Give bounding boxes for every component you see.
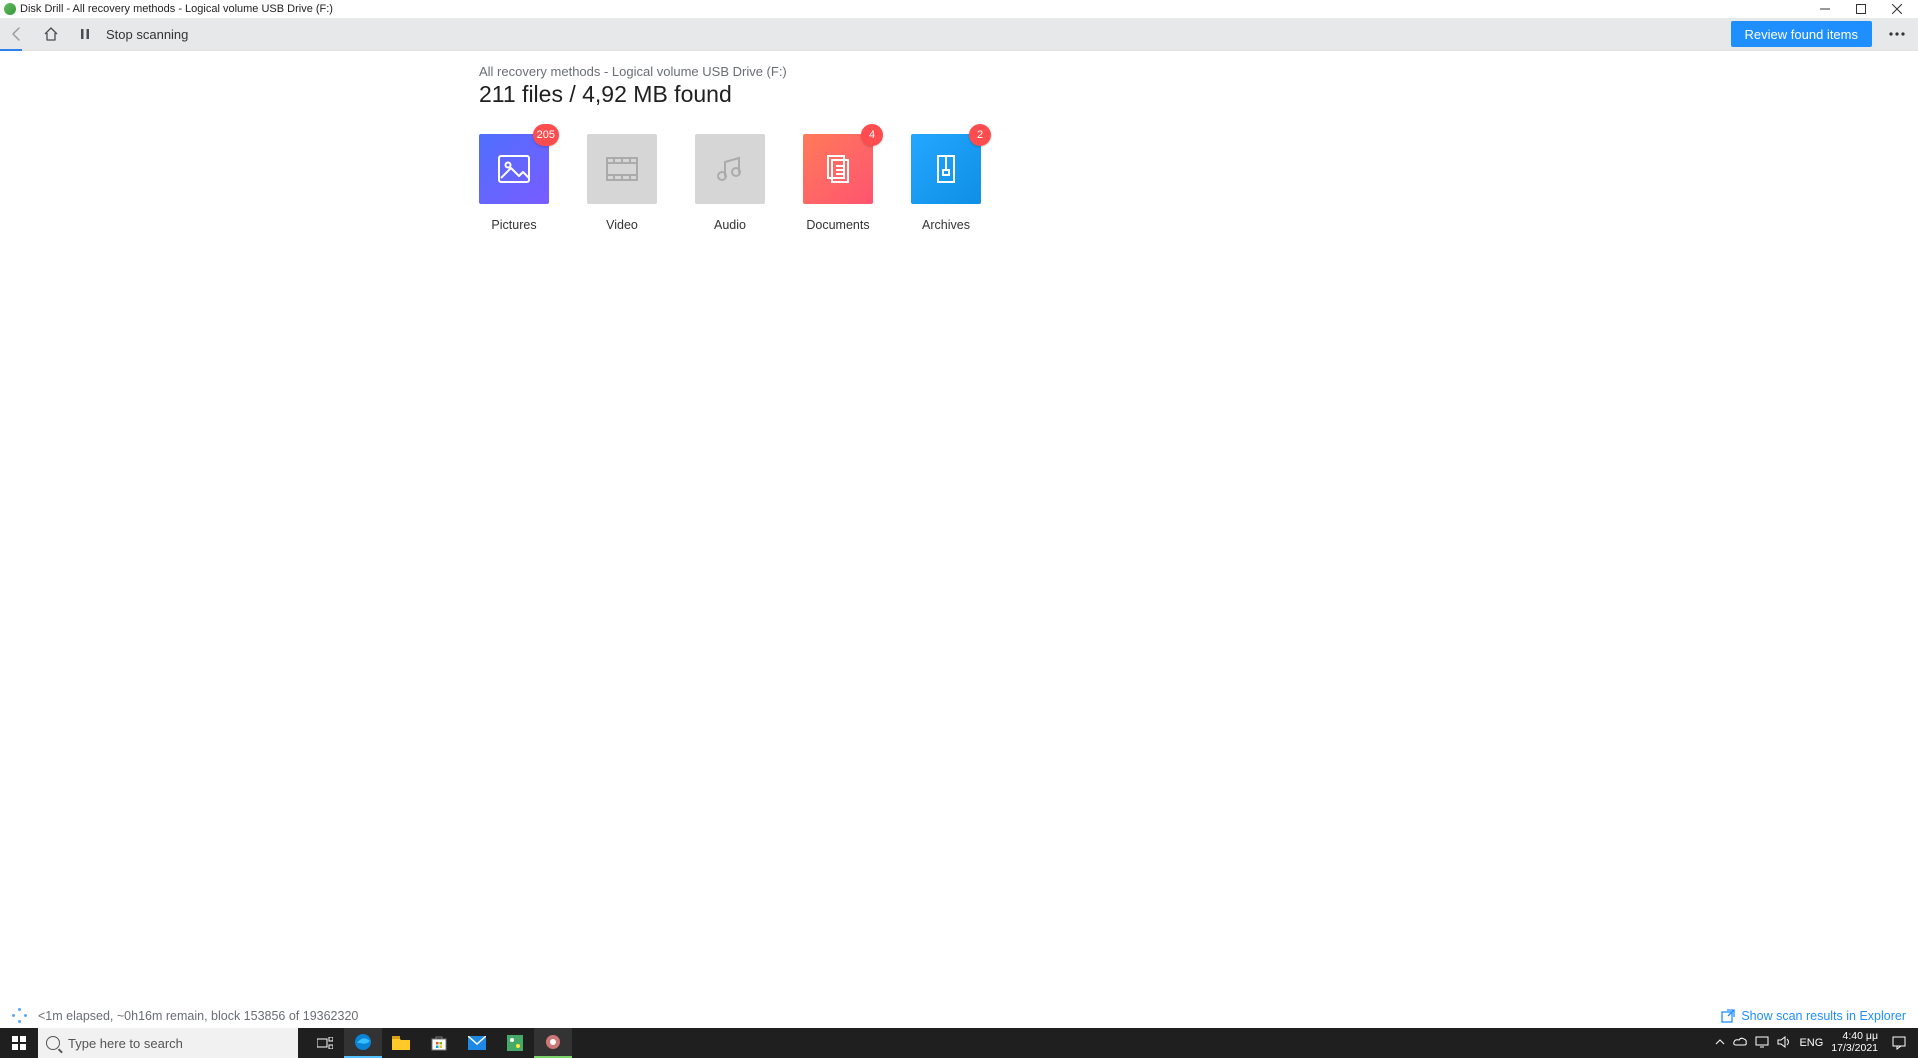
tile-video-label: Video xyxy=(606,218,638,232)
tile-documents-label: Documents xyxy=(806,218,869,232)
window-maximize-button[interactable] xyxy=(1852,2,1870,16)
video-icon xyxy=(605,152,639,186)
show-results-in-explorer-link[interactable]: Show scan results in Explorer xyxy=(1721,1009,1906,1023)
review-found-items-label: Review found items xyxy=(1745,27,1858,42)
stop-scanning-label[interactable]: Stop scanning xyxy=(106,27,188,42)
tray-date: 17/3/2021 xyxy=(1831,1043,1878,1055)
scan-progress-indicator xyxy=(0,49,22,51)
taskbar-app-explorer[interactable] xyxy=(382,1028,420,1058)
search-icon xyxy=(46,1036,60,1050)
taskbar-search[interactable]: Type here to search xyxy=(38,1028,298,1058)
status-text: <1m elapsed, ~0h16m remain, block 153856… xyxy=(38,1009,358,1023)
search-placeholder: Type here to search xyxy=(68,1036,183,1051)
pictures-icon xyxy=(497,152,531,186)
taskbar-app-edge[interactable] xyxy=(344,1028,382,1058)
windows-taskbar: Type here to search ENG 4:40 μ xyxy=(0,1028,1918,1058)
status-bar: <1m elapsed, ~0h16m remain, block 153856… xyxy=(0,1004,1918,1028)
window-close-button[interactable] xyxy=(1888,2,1906,16)
badge-archives: 2 xyxy=(969,124,991,146)
window-titlebar: Disk Drill - All recovery methods - Logi… xyxy=(0,0,1918,18)
home-button[interactable] xyxy=(34,18,68,51)
content-area: All recovery methods - Logical volume US… xyxy=(479,64,1918,232)
tray-network-icon[interactable] xyxy=(1755,1036,1769,1051)
category-tiles: 205 Pictures Video Audio 4 Documents xyxy=(479,134,1918,232)
tile-archives-label: Archives xyxy=(922,218,970,232)
taskbar-app-store[interactable] xyxy=(420,1028,458,1058)
tray-clock[interactable]: 4:40 μμ 17/3/2021 xyxy=(1831,1031,1878,1054)
external-link-icon xyxy=(1721,1009,1735,1023)
taskbar-app-diskdrill[interactable] xyxy=(534,1028,572,1058)
show-results-label: Show scan results in Explorer xyxy=(1741,1009,1906,1023)
more-menu-button[interactable] xyxy=(1882,18,1912,51)
spinner-icon xyxy=(12,1008,28,1024)
tray-volume-icon[interactable] xyxy=(1777,1036,1791,1051)
window-title: Disk Drill - All recovery methods - Logi… xyxy=(20,3,333,15)
tray-language[interactable]: ENG xyxy=(1799,1037,1823,1049)
tile-documents[interactable]: 4 Documents xyxy=(803,134,873,232)
scan-summary: 211 files / 4,92 MB found xyxy=(479,81,1918,108)
documents-icon xyxy=(821,152,855,186)
tile-archives[interactable]: 2 Archives xyxy=(911,134,981,232)
tray-onedrive-icon[interactable] xyxy=(1733,1037,1747,1050)
taskbar-app-mail[interactable] xyxy=(458,1028,496,1058)
taskbar-app-generic1[interactable] xyxy=(496,1028,534,1058)
start-button[interactable] xyxy=(0,1028,38,1058)
tile-audio-label: Audio xyxy=(714,218,746,232)
tray-chevron-icon[interactable] xyxy=(1715,1037,1725,1050)
badge-pictures: 205 xyxy=(533,124,559,146)
breadcrumb: All recovery methods - Logical volume US… xyxy=(479,64,1918,79)
review-found-items-button[interactable]: Review found items xyxy=(1731,21,1872,47)
tile-audio[interactable]: Audio xyxy=(695,134,765,232)
task-view-button[interactable] xyxy=(306,1028,344,1058)
tile-video[interactable]: Video xyxy=(587,134,657,232)
badge-documents: 4 xyxy=(861,124,883,146)
pause-button[interactable] xyxy=(68,18,102,51)
tile-pictures[interactable]: 205 Pictures xyxy=(479,134,549,232)
window-minimize-button[interactable] xyxy=(1816,2,1834,16)
back-button[interactable] xyxy=(0,18,34,51)
app-icon xyxy=(4,3,16,15)
audio-icon xyxy=(713,152,747,186)
archives-icon xyxy=(929,152,963,186)
tile-pictures-label: Pictures xyxy=(491,218,536,232)
toolbar: Stop scanning Review found items xyxy=(0,18,1918,51)
tray-notifications-button[interactable] xyxy=(1886,1028,1912,1058)
